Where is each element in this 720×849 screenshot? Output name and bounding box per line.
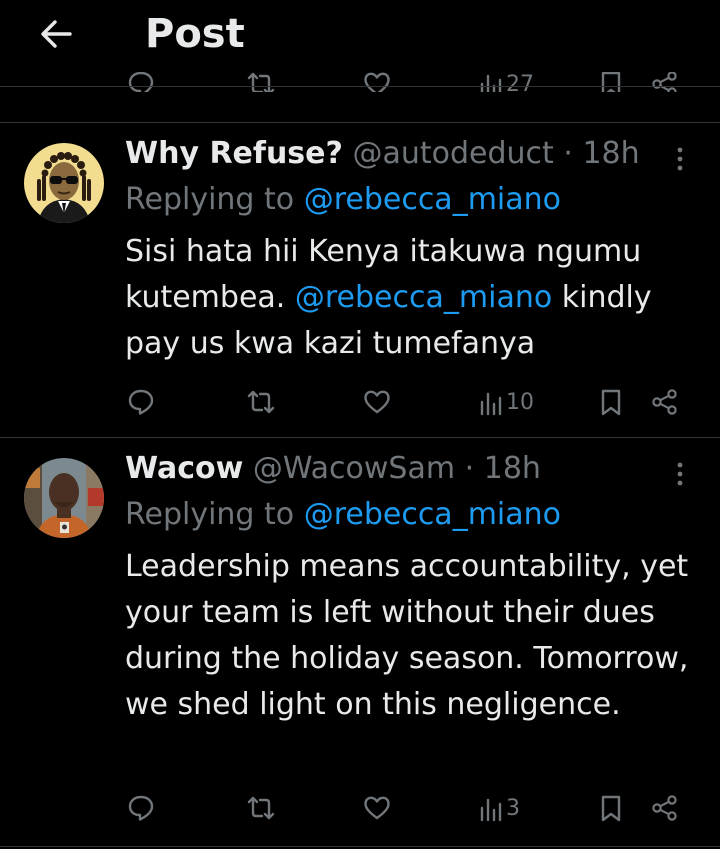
display-name[interactable]: Why Refuse? bbox=[125, 136, 343, 171]
reply-post[interactable]: Wacow @WacowSam · 18h Replying to @rebec… bbox=[0, 438, 720, 838]
replying-to: Replying to @rebecca_miano bbox=[125, 497, 561, 532]
divider bbox=[0, 86, 720, 87]
heart-icon[interactable] bbox=[362, 788, 392, 828]
avatar[interactable] bbox=[24, 458, 104, 538]
speech-bubble-icon[interactable] bbox=[126, 72, 156, 92]
display-name[interactable]: Wacow bbox=[125, 451, 243, 486]
action-bar: 3 bbox=[0, 788, 720, 828]
repost-icon[interactable] bbox=[245, 382, 277, 422]
views-button[interactable]: 3 bbox=[478, 788, 520, 828]
post-text: Leadership means accountability, yet you… bbox=[125, 549, 689, 722]
speech-bubble-icon[interactable] bbox=[126, 382, 156, 422]
share-icon[interactable] bbox=[650, 72, 680, 92]
bar-chart-icon bbox=[478, 793, 504, 823]
mention-link[interactable]: @rebecca_miano bbox=[304, 182, 561, 217]
avatar[interactable] bbox=[24, 143, 104, 223]
post-meta: Wacow @WacowSam · 18h bbox=[125, 451, 541, 486]
views-button[interactable]: 10 bbox=[478, 382, 534, 422]
reply-post[interactable]: Why Refuse? @autodeduct · 18h Replying t… bbox=[0, 123, 720, 436]
meta-separator: · bbox=[464, 451, 475, 486]
replying-to-label: Replying to bbox=[125, 497, 295, 532]
previous-post-actions: 27 bbox=[0, 72, 720, 92]
replying-to: Replying to @rebecca_miano bbox=[125, 182, 561, 217]
meta-separator: · bbox=[563, 136, 573, 171]
arrow-left-icon[interactable] bbox=[36, 14, 76, 54]
post-time[interactable]: 18h bbox=[582, 136, 639, 171]
top-bar: Post bbox=[0, 0, 720, 72]
speech-bubble-icon[interactable] bbox=[126, 788, 156, 828]
bookmark-icon[interactable] bbox=[597, 72, 625, 92]
views-count: 3 bbox=[506, 795, 520, 821]
divider bbox=[0, 846, 720, 847]
bookmark-icon[interactable] bbox=[597, 788, 625, 828]
bar-chart-icon bbox=[478, 72, 504, 92]
action-bar: 10 bbox=[0, 382, 720, 422]
bar-chart-icon bbox=[478, 387, 504, 417]
share-icon[interactable] bbox=[650, 382, 680, 422]
post-time[interactable]: 18h bbox=[484, 451, 541, 486]
views-count: 10 bbox=[506, 389, 534, 415]
replying-to-label: Replying to bbox=[125, 182, 295, 217]
heart-icon[interactable] bbox=[362, 382, 392, 422]
mention-link[interactable]: @rebecca_miano bbox=[295, 280, 552, 315]
user-handle[interactable]: @autodeduct bbox=[352, 136, 553, 171]
share-icon[interactable] bbox=[650, 788, 680, 828]
repost-icon[interactable] bbox=[245, 788, 277, 828]
views-button[interactable]: 27 bbox=[478, 72, 534, 92]
vertical-ellipsis-icon[interactable] bbox=[668, 460, 692, 490]
heart-icon[interactable] bbox=[362, 72, 392, 92]
bookmark-icon[interactable] bbox=[597, 382, 625, 422]
vertical-ellipsis-icon[interactable] bbox=[668, 145, 692, 175]
repost-icon[interactable] bbox=[245, 72, 277, 92]
views-count: 27 bbox=[506, 72, 534, 92]
mention-link[interactable]: @rebecca_miano bbox=[304, 497, 561, 532]
post-meta: Why Refuse? @autodeduct · 18h bbox=[125, 136, 640, 171]
post-text: Sisi hata hii Kenya itakuwa ngumu kutemb… bbox=[125, 229, 695, 367]
page-title: Post bbox=[145, 11, 245, 57]
user-handle[interactable]: @WacowSam bbox=[253, 451, 455, 486]
